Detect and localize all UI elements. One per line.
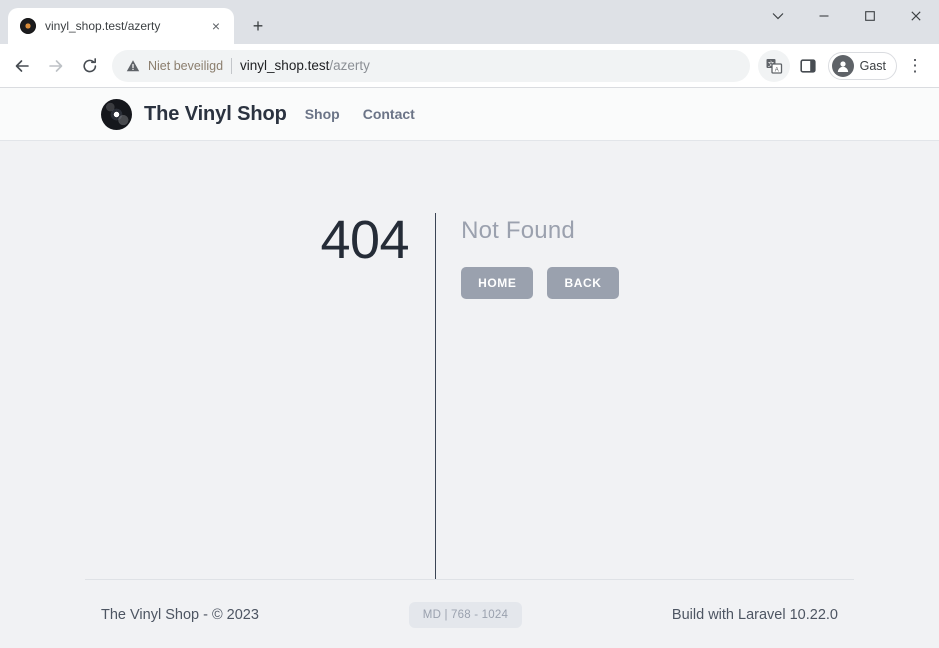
home-button[interactable]: HOME	[461, 267, 534, 299]
brand-name: The Vinyl Shop	[144, 102, 287, 125]
new-tab-button[interactable]: +	[244, 12, 272, 40]
warning-triangle-icon	[126, 59, 140, 71]
chevron-down-icon	[772, 13, 784, 20]
security-status-label: Niet beveiligd	[148, 58, 224, 73]
error-details: Not Found HOME BACK	[436, 213, 619, 579]
svg-text:A: A	[774, 67, 778, 73]
error-code: 404	[320, 210, 410, 270]
error-actions: HOME BACK	[461, 267, 619, 299]
close-window-button[interactable]	[893, 0, 939, 32]
error-block: 404 Not Found HOME BACK	[320, 210, 619, 579]
back-button-page[interactable]: BACK	[547, 267, 619, 299]
nav-item-shop[interactable]: Shop	[305, 106, 340, 122]
main-content: 404 Not Found HOME BACK	[0, 141, 939, 579]
translate-icon[interactable]: 文 A	[757, 49, 790, 82]
breakpoint-badge: MD | 768 - 1024	[408, 602, 523, 628]
nav-item-contact[interactable]: Contact	[363, 106, 415, 122]
browser-toolbar: Niet beveiligd vinyl_shop.test/azerty 文 …	[0, 44, 939, 88]
avatar	[831, 54, 854, 77]
arrow-right-icon	[49, 59, 63, 72]
vinyl-record-favicon	[20, 18, 36, 34]
site-footer: The Vinyl Shop - © 2023 MD | 768 - 1024 …	[0, 579, 939, 648]
window-controls	[755, 0, 939, 44]
minimize-button[interactable]	[801, 0, 847, 32]
tab-title: vinyl_shop.test/azerty	[45, 19, 161, 33]
error-message: Not Found	[461, 217, 575, 244]
page-viewport: The Vinyl Shop Shop Contact 404 Not Foun…	[0, 88, 939, 648]
browser-window: vinyl_shop.test/azerty × + Niet beveilig…	[0, 0, 939, 648]
person-icon	[837, 60, 848, 72]
tab-search-icon[interactable]	[755, 0, 801, 32]
close-icon[interactable]: ×	[208, 18, 224, 34]
url-text: vinyl_shop.test/azerty	[240, 58, 370, 73]
browser-menu-button[interactable]: ⋮	[899, 50, 931, 82]
omnibox-divider	[231, 57, 233, 74]
arrow-left-icon	[15, 59, 29, 72]
site-navigation: Shop Contact	[305, 106, 415, 122]
minimize-icon	[819, 15, 829, 17]
reload-icon	[83, 57, 97, 72]
footer-divider	[85, 579, 854, 580]
site-header: The Vinyl Shop Shop Contact	[0, 88, 939, 141]
tab-strip: vinyl_shop.test/azerty × +	[0, 0, 939, 44]
reload-button[interactable]	[74, 50, 106, 82]
profile-name: Gast	[859, 58, 886, 73]
browser-tab[interactable]: vinyl_shop.test/azerty ×	[8, 8, 234, 44]
url-path: /azerty	[329, 58, 370, 73]
brand-link[interactable]: The Vinyl Shop	[101, 98, 287, 130]
side-panel-icon[interactable]	[792, 50, 824, 82]
maximize-button[interactable]	[847, 0, 893, 32]
maximize-icon	[865, 11, 875, 21]
vinyl-record-logo	[101, 98, 132, 130]
profile-button[interactable]: Gast	[827, 51, 897, 80]
back-button[interactable]	[6, 50, 38, 82]
footer-credit: Build with Laravel 10.22.0	[671, 607, 838, 623]
forward-button[interactable]	[40, 50, 72, 82]
address-bar[interactable]: Niet beveiligd vinyl_shop.test/azerty	[112, 49, 750, 82]
url-host: vinyl_shop.test	[240, 58, 330, 73]
footer-copyright: The Vinyl Shop - © 2023	[101, 607, 259, 623]
footer-row: The Vinyl Shop - © 2023 MD | 768 - 1024 …	[85, 602, 854, 628]
close-icon	[911, 11, 921, 21]
